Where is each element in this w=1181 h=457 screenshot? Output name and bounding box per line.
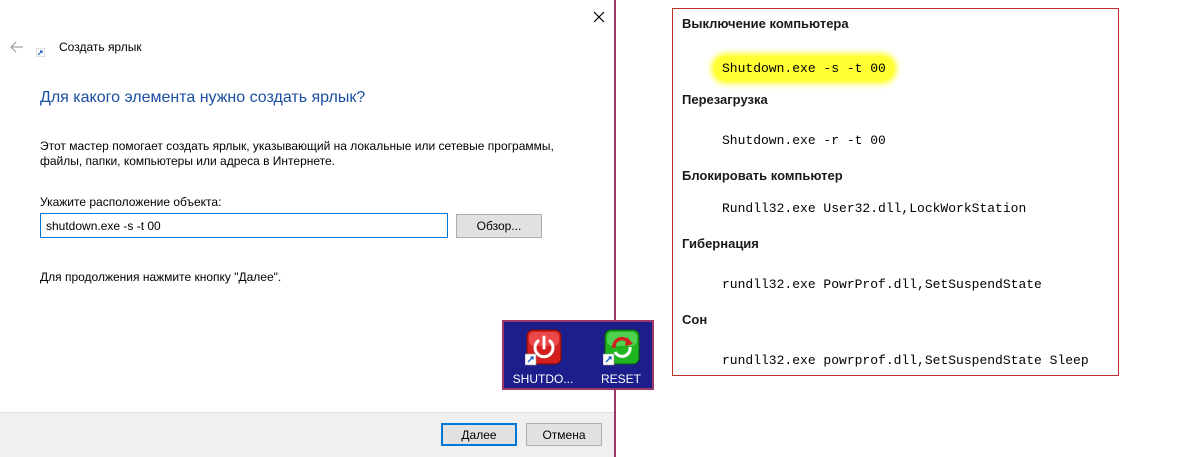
command-hibernate: rundll32.exe PowrProf.dll,SetSuspendStat… [722, 277, 1042, 292]
wizard-title: Создать ярлык [59, 40, 142, 54]
browse-button[interactable]: Обзор... [456, 214, 542, 238]
shortcut-label: SHUTDO... [512, 372, 574, 386]
location-label: Укажите расположение объекта: [40, 195, 222, 209]
restart-icon [603, 329, 640, 366]
shortcut-shutdown[interactable]: SHUTDO... [508, 326, 578, 386]
shortcut-arrow-icon [35, 44, 46, 58]
main-heading: Для какого элемента нужно создать ярлык? [40, 89, 366, 106]
command-sleep: rundll32.exe powrprof.dll,SetSuspendStat… [722, 353, 1089, 368]
shortcut-reset[interactable]: RESET [586, 326, 656, 386]
dialog-footer: Далее Отмена [0, 412, 614, 457]
section-title-sleep: Сон [682, 312, 708, 327]
section-title-restart: Перезагрузка [682, 92, 768, 107]
wizard-description: Этот мастер помогает создать ярлык, указ… [40, 139, 554, 168]
desktop-shortcuts: SHUTDO... RESET [502, 320, 654, 390]
command-lock: Rundll32.exe User32.dll,LockWorkStation [722, 201, 1027, 216]
section-title-shutdown: Выключение компьютера [682, 16, 849, 31]
location-input[interactable] [40, 213, 448, 238]
section-title-lock: Блокировать компьютер [682, 168, 843, 183]
continue-hint: Для продолжения нажмите кнопку "Далее". [40, 270, 282, 284]
command-shutdown: Shutdown.exe -s -t 00 [714, 56, 894, 81]
next-button[interactable]: Далее [441, 423, 517, 446]
cancel-button[interactable]: Отмена [526, 423, 602, 446]
section-title-hibernate: Гибернация [682, 236, 759, 251]
close-icon [593, 11, 605, 23]
shortcut-label: RESET [600, 372, 641, 386]
arrow-left-icon [10, 41, 23, 53]
commands-panel: Выключение компьютера Shutdown.exe -s -t… [672, 8, 1119, 376]
power-icon [525, 329, 562, 366]
back-button[interactable] [9, 40, 25, 54]
close-button[interactable] [588, 6, 610, 28]
command-restart: Shutdown.exe -r -t 00 [722, 133, 886, 148]
